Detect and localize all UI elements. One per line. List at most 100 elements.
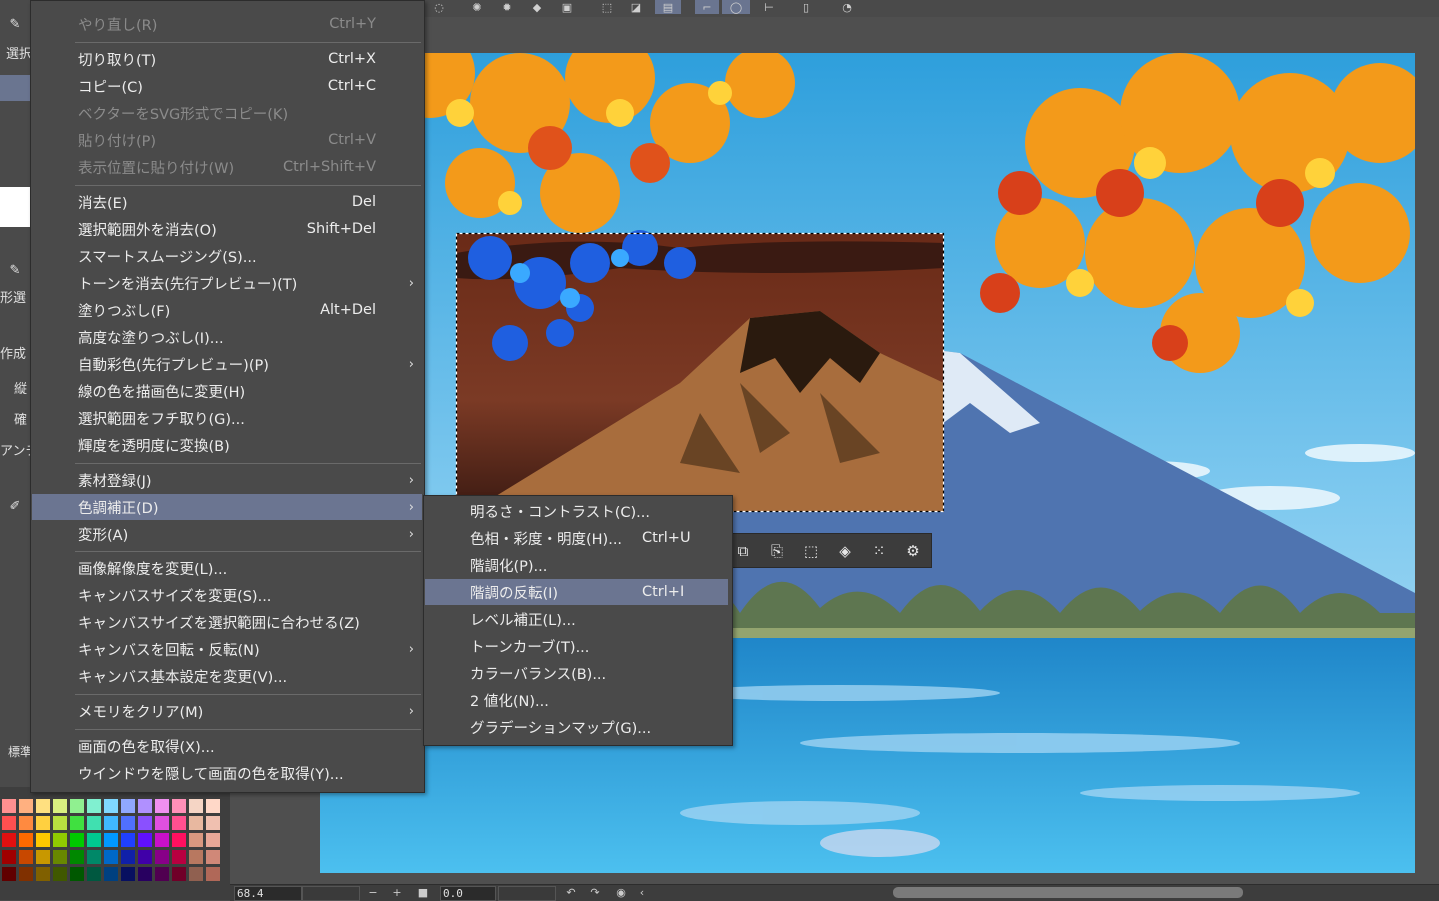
color-swatch[interactable] [189,799,203,813]
color-swatch[interactable] [36,867,50,881]
menu-item[interactable]: キャンバス基本設定を変更(V)... [32,663,422,689]
color-swatch[interactable] [70,833,84,847]
color-swatch[interactable] [206,833,220,847]
color-swatch[interactable] [53,799,67,813]
rotation-field[interactable]: 0.0 [440,886,496,901]
color-swatch[interactable] [19,816,33,830]
phone-icon[interactable]: ▯ [797,0,815,14]
color-swatch[interactable] [104,799,118,813]
color-swatch[interactable] [189,833,203,847]
color-swatch[interactable] [121,816,135,830]
fill-selection-icon[interactable]: ◈ [828,542,862,560]
pen-tool-icon-2[interactable]: ✎ [0,263,30,285]
color-swatch[interactable] [189,850,203,864]
submenu-item[interactable]: 色相・彩度・明度(H)... Ctrl+U [425,525,728,551]
color-swatch[interactable] [87,850,101,864]
zoom-field[interactable]: 68.4 [234,886,302,901]
color-swatch[interactable] [155,816,169,830]
color-swatch[interactable] [104,850,118,864]
menu-item[interactable]: 塗りつぶし(F) Alt+Del [32,297,422,323]
color-swatch[interactable] [121,850,135,864]
scroll-left-icon[interactable]: ‹ [635,885,649,900]
color-swatch[interactable] [53,867,67,881]
submenu-item[interactable]: 明るさ・コントラスト(C)... [425,498,728,524]
color-swatch[interactable] [87,867,101,881]
color-swatch[interactable] [53,833,67,847]
color-swatch[interactable] [138,816,152,830]
menu-item[interactable]: ウインドウを隠して画面の色を取得(Y)... [32,760,422,786]
fill-icon[interactable]: ◆ [528,0,546,14]
color-swatch[interactable] [189,867,203,881]
color-swatch[interactable] [36,799,50,813]
color-swatch[interactable] [53,850,67,864]
color-swatch[interactable] [155,833,169,847]
selected-subtool[interactable] [0,75,30,101]
menu-item[interactable]: 自動彩色(先行プレビュー)(P) › [32,351,422,377]
color-swatch[interactable] [155,799,169,813]
color-swatch[interactable] [70,799,84,813]
panel-label-vertical[interactable]: 縦 [0,378,30,398]
color-swatch[interactable] [2,816,16,830]
select-invert-icon[interactable]: ◪ [627,0,645,14]
color-swatch[interactable] [70,850,84,864]
menu-item[interactable]: 画面の色を取得(X)... [32,733,422,759]
color-swatch[interactable] [121,833,135,847]
color-swatch[interactable] [104,816,118,830]
color-swatch[interactable] [172,816,186,830]
menu-item[interactable]: 選択範囲外を消去(O) Shift+Del [32,216,422,242]
submenu-item[interactable]: カラーバランス(B)... [425,660,728,686]
menu-item[interactable]: 画像解像度を変更(L)... [32,555,422,581]
rotate-right-icon[interactable]: ↷ [588,885,602,900]
menu-item[interactable]: 消去(E) Del [32,189,422,215]
horizontal-scrollbar[interactable] [893,887,1243,898]
color-swatch[interactable] [138,867,152,881]
menu-item[interactable]: トーンを消去(先行プレビュー)(T) › [32,270,422,296]
eraser-tool-icon[interactable]: ✐ [0,499,30,521]
menu-item[interactable]: キャンバスを回転・反転(N) › [32,636,422,662]
color-swatch[interactable] [206,850,220,864]
color-swatch[interactable] [19,867,33,881]
color-swatch[interactable] [2,833,16,847]
color-swatch[interactable] [172,850,186,864]
color-swatch[interactable] [70,867,84,881]
stop-icon[interactable]: ■ [416,885,430,900]
zoom-out-icon[interactable]: − [366,885,380,900]
color-swatch[interactable] [172,833,186,847]
submenu-item[interactable]: 階調化(P)... [425,552,728,578]
panel-tab-select[interactable]: 選択 [0,43,30,65]
selection-settings-icon[interactable]: ⚙ [896,542,930,560]
submenu-item[interactable]: 2 値化(N)... [425,687,728,713]
submenu-item[interactable]: 階調の反転(I) Ctrl+I [425,579,728,605]
color-swatch[interactable] [36,833,50,847]
ellipse-select-icon[interactable]: ⌐ [695,0,719,14]
transform-icon[interactable]: ▣ [558,0,576,14]
menu-item[interactable]: 線の色を描画色に変更(H) [32,378,422,404]
color-swatch[interactable] [138,799,152,813]
color-swatch[interactable] [104,867,118,881]
color-swatch[interactable] [36,816,50,830]
menu-item[interactable]: 高度な塗りつぶし(I)... [32,324,422,350]
color-swatch[interactable] [121,867,135,881]
color-swatch[interactable] [189,816,203,830]
color-swatch[interactable] [206,816,220,830]
color-swatch[interactable] [19,833,33,847]
menu-item[interactable]: メモリをクリア(M) › [32,698,422,724]
menu-item[interactable]: 変形(A) › [32,521,422,547]
sparkle-icon[interactable]: ✺ [468,0,486,14]
canvas[interactable] [320,53,1415,873]
duplicate-layer-icon[interactable]: ⎘ [760,542,794,560]
menu-item[interactable]: 素材登録(J) › [32,467,422,493]
pen-tool-icon[interactable]: ✎ [0,17,30,39]
rotate-left-icon[interactable]: ↶ [564,885,578,900]
color-swatch[interactable] [87,816,101,830]
color-swatch[interactable] [104,833,118,847]
color-swatch[interactable] [2,867,16,881]
menu-item[interactable]: 色調補正(D) › [32,494,422,520]
transform-icon[interactable]: ⬚ [794,542,828,560]
menu-item[interactable]: 切り取り(T) Ctrl+X [32,46,422,72]
menu-item[interactable]: スマートスムージング(S)... [32,243,422,269]
color-swatch[interactable] [206,799,220,813]
color-swatch[interactable] [155,850,169,864]
rotation-slider[interactable] [498,886,556,901]
color-swatch[interactable] [36,850,50,864]
